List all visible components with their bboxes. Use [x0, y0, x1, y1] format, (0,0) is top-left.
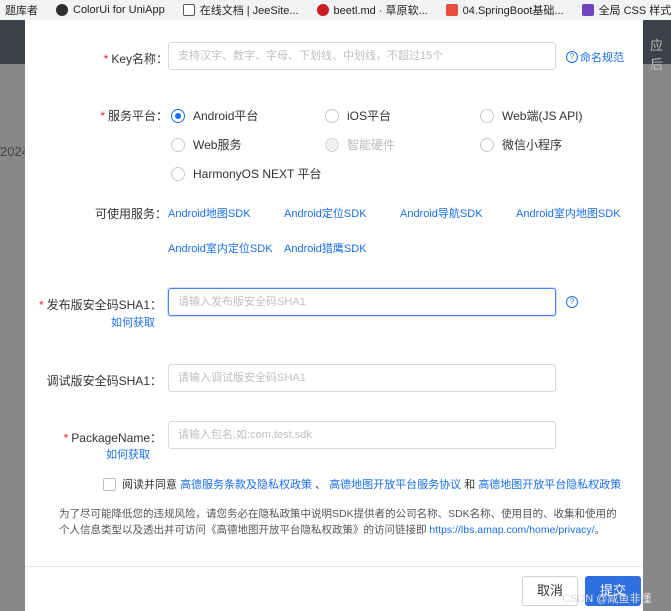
agreement-sep: 、 — [315, 479, 327, 491]
bookmark-label: beetl.md · 草原软... — [333, 5, 428, 17]
release-sha1-how-link[interactable]: 如何获取 — [111, 314, 155, 330]
question-icon: ? — [566, 51, 578, 63]
agreement-checkbox[interactable] — [103, 477, 116, 491]
radio-web-service[interactable]: Web服务 — [171, 136, 241, 153]
platform-label: * 服务平台： — [100, 109, 168, 123]
service-android-map-sdk[interactable]: Android地图SDK — [168, 205, 251, 221]
package-name-how-link[interactable]: 如何获取 — [106, 446, 150, 462]
radio-harmonyos[interactable]: HarmonyOS NEXT 平台 — [171, 165, 321, 182]
doc-icon — [182, 4, 195, 16]
privacy-url-link[interactable]: https://lbs.amap.com/home/privacy/ — [429, 524, 594, 536]
service-android-indoor-location-sdk[interactable]: Android室内定位SDK — [168, 240, 273, 256]
bookmark-item[interactable]: ColorUi for UniApp — [56, 4, 165, 16]
create-key-modal: * Key名称： 支持汉字、数字、字母、下划线、中划线，不超过15个 ? 命名规范 … — [25, 20, 643, 611]
bookmark-item[interactable]: 04.SpringBoot基础... — [445, 2, 564, 18]
agreement-link-service[interactable]: 高德地图开放平台服务协议 — [329, 476, 461, 492]
bookmark-item[interactable]: 全局 CSS 样式 — [581, 2, 671, 18]
radio-dot — [325, 108, 339, 123]
agreement-prefix: 阅读并同意 — [122, 479, 177, 491]
naming-rules-link[interactable]: ? 命名规范 — [566, 49, 624, 65]
privacy-notice: 为了尽可能降低您的违规风险，请您务必在隐私政策中说明SDK提供者的公司名称、SD… — [59, 506, 619, 538]
bookmark-item[interactable]: 题库者 — [0, 2, 38, 18]
radio-dot — [480, 108, 494, 123]
radio-dot — [480, 137, 494, 152]
bookmark-label: 全局 CSS 样式 — [598, 5, 671, 17]
agreement-link-terms[interactable]: 高德服务条款及隐私权政策 — [180, 476, 312, 492]
radio-dot — [171, 137, 185, 152]
key-name-input[interactable]: 支持汉字、数字、字母、下划线、中划线，不超过15个 — [168, 42, 556, 70]
background-label: 应后 — [650, 38, 664, 72]
service-android-navigation-sdk[interactable]: Android导航SDK — [400, 205, 483, 221]
radio-smart-hardware: 智能硬件 — [325, 136, 395, 153]
debug-sha1-label: 调试版安全码SHA1： — [46, 374, 162, 388]
bookmark-icon — [56, 4, 68, 16]
radio-ios[interactable]: iOS平台 — [325, 107, 391, 124]
bookmark-label: 在线文档 | JeeSite... — [199, 5, 299, 17]
bootstrap-icon — [581, 4, 594, 16]
radio-web-js[interactable]: Web端(JS API) — [480, 107, 582, 124]
bookmark-item[interactable]: beetl.md · 草原软... — [316, 2, 428, 18]
release-sha1-input[interactable]: 请输入发布版安全码SHA1 — [168, 288, 556, 316]
debug-sha1-input[interactable]: 请输入调试版安全码SHA1 — [168, 364, 556, 392]
radio-dot — [325, 137, 339, 152]
bookmark-label: 04.SpringBoot基础... — [462, 5, 564, 17]
release-sha1-label: * 发布版安全码SHA1： — [38, 298, 162, 312]
notice-end: 。 — [594, 524, 606, 536]
csdn-watermark: CSDN @咸鱼非懂 — [562, 593, 652, 605]
question-icon: ? — [566, 296, 578, 308]
package-name-label: * PackageName： — [63, 431, 162, 445]
service-android-location-sdk[interactable]: Android定位SDK — [284, 205, 367, 221]
service-android-falcon-sdk[interactable]: Android猎鹰SDK — [284, 240, 367, 256]
agreement-row: 阅读并同意 高德服务条款及隐私权政策 、 高德地图开放平台服务协议 和 高德地图… — [103, 476, 621, 492]
bookmark-icon — [445, 4, 458, 16]
radio-dot — [171, 108, 185, 123]
service-android-indoor-map-sdk[interactable]: Android室内地图SDK — [516, 205, 621, 221]
bookmark-label: 题库者 — [5, 5, 38, 17]
services-label: 可使用服务： — [94, 207, 167, 221]
package-name-input[interactable]: 请输入包名,如:com.test.sdk — [168, 421, 556, 449]
key-name-label: * Key名称： — [103, 52, 168, 66]
bookmarks-bar: 题库者 ColorUi for UniApp 在线文档 | JeeSite...… — [0, 0, 671, 20]
agreement-sep: 和 — [464, 479, 476, 491]
bookmark-item[interactable]: 在线文档 | JeeSite... — [182, 2, 299, 18]
radio-dot — [171, 166, 185, 181]
gitee-icon — [316, 4, 329, 16]
release-sha1-help-icon[interactable]: ? — [566, 296, 580, 308]
footer-divider — [25, 566, 643, 567]
radio-wechat-miniprogram[interactable]: 微信小程序 — [480, 136, 562, 153]
bookmark-label: ColorUi for UniApp — [73, 4, 165, 16]
agreement-link-privacy[interactable]: 高德地图开放平台隐私权政策 — [478, 476, 621, 492]
radio-android[interactable]: Android平台 — [171, 107, 258, 124]
